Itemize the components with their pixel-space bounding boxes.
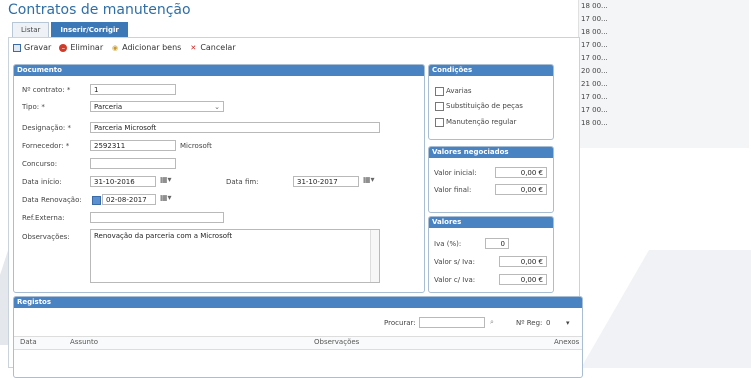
list-item: 17 00... [581,106,608,114]
valor-inicial-input[interactable]: 0,00 € [495,167,547,178]
ref-externa-input[interactable] [90,212,224,223]
valor-inicial-label: Valor inicial: [434,169,477,177]
panel-header: Condições [429,65,553,76]
table-header: Data Assunto Observações Anexos [14,336,582,350]
registos-panel: Registos Procurar: ⌕ Nº Reg: 0 ▾ Data As… [13,296,583,378]
substituicao-checkbox[interactable] [435,102,444,111]
toolbar: Gravar – Eliminar ◉ Adicionar bens ✕ Can… [13,43,236,52]
iva-input[interactable]: 0 [485,238,509,249]
data-fim-label: Data fim: [226,178,259,186]
column-header-anexos[interactable]: Anexos [554,338,579,346]
save-button[interactable]: Gravar [13,43,51,52]
valor-com-iva-input[interactable]: 0,00 € [499,274,547,285]
valor-final-input[interactable]: 0,00 € [495,184,547,195]
delete-icon: – [59,43,68,52]
fornecedor-name: Microsoft [180,142,212,150]
panel-header: Registos [14,297,582,308]
cancel-button[interactable]: ✕ Cancelar [189,43,235,52]
column-header-data[interactable]: Data [20,338,37,346]
add-goods-button[interactable]: ◉ Adicionar bens [111,43,181,52]
column-header-assunto[interactable]: Assunto [70,338,98,346]
concurso-input[interactable] [90,158,176,169]
tab-bar: Listar Inserir/Corrigir [12,22,130,37]
avarias-label: Avarias [446,87,472,95]
panel-header: Valores [429,217,553,228]
background-shape [581,250,751,368]
data-fim-input[interactable]: 31-10-2017 [293,176,359,187]
eye-icon: ◉ [112,43,119,52]
contract-no-label: Nº contrato: * [22,86,71,94]
valor-sem-iva-input[interactable]: 0,00 € [499,256,547,267]
calendar-icon[interactable]: ▦▾ [160,175,172,184]
save-label: Gravar [24,43,52,52]
observacoes-textarea[interactable]: Renovação da parceria com a Microsoft [90,229,380,283]
manutencao-label: Manutenção regular [446,118,517,126]
add-goods-label: Adicionar bens [122,43,182,52]
designacao-input[interactable]: Parceria Microsoft [90,122,380,133]
valor-final-label: Valor final: [434,186,472,194]
ref-externa-label: Ref.Externa: [22,214,65,222]
delete-button[interactable]: – Eliminar [59,43,103,52]
list-item: 21 00... [581,80,608,88]
panel-header: Documento [14,65,424,76]
list-item: 20 00... [581,67,608,75]
valores-negociados-panel: Valores negociados Valor inicial: 0,00 €… [428,146,554,213]
valor-sem-iva-label: Valor s/ Iva: [434,258,475,266]
designacao-label: Designação: * [22,124,71,132]
scrollbar[interactable] [370,230,379,282]
data-renovacao-label: Data Renovação: [22,196,82,204]
list-item: 17 00... [581,41,608,49]
calendar-icon[interactable]: ▦▾ [363,175,375,184]
data-renovacao-checkbox[interactable] [92,196,101,205]
search-label: Procurar: [384,319,416,327]
tipo-value: Parceria [94,103,123,111]
list-item: 17 00... [581,54,608,62]
chevron-down-icon[interactable]: ▾ [566,319,570,327]
iva-label: Iva (%): [434,240,462,248]
valores-panel: Valores Iva (%): 0 Valor s/ Iva: 0,00 € … [428,216,554,293]
list-item: 18 00... [581,28,608,36]
delete-label: Eliminar [70,43,104,52]
form-container: Gravar – Eliminar ◉ Adicionar bens ✕ Can… [8,37,583,378]
list-item: 17 00... [581,93,608,101]
column-header-observacoes[interactable]: Observações [314,338,359,346]
save-icon [13,43,21,52]
tab-inserir-corrigir[interactable]: Inserir/Corrigir [51,22,128,37]
tab-listar[interactable]: Listar [12,22,50,37]
search-input[interactable] [419,317,485,328]
manutencao-checkbox[interactable] [435,118,444,127]
list-item: 18 00... [581,119,608,127]
data-renovacao-input[interactable]: 02-08-2017 [102,194,156,205]
panel-header: Valores negociados [429,147,553,158]
page-title: Contratos de manutenção [8,2,191,18]
close-icon: ✕ [190,43,197,52]
contract-no-input[interactable]: 1 [90,84,176,95]
documento-panel: Documento Nº contrato: * 1 Tipo: * Parce… [13,64,425,293]
list-item: 18 00... [581,2,608,10]
concurso-label: Concurso: [22,160,58,168]
data-inicio-input[interactable]: 31-10-2016 [90,176,156,187]
valor-com-iva-label: Valor c/ Iva: [434,276,476,284]
data-inicio-label: Data início: [22,178,62,186]
fornecedor-label: Fornecedor: * [22,142,70,150]
list-item: 17 00... [581,15,608,23]
avarias-checkbox[interactable] [435,87,444,96]
nreg-label: Nº Reg: [516,319,543,327]
tipo-label: Tipo: * [22,103,45,111]
nreg-value: 0 [546,319,551,327]
cancel-label: Cancelar [200,43,236,52]
calendar-icon[interactable]: ▦▾ [160,193,172,202]
substituicao-label: Substituição de peças [446,102,523,110]
condicoes-panel: Condições Avarias Substituição de peças … [428,64,554,140]
observacoes-text: Renovação da parceria com a Microsoft [94,232,233,240]
tipo-select[interactable]: Parceria ⌄ [90,101,224,112]
background-list: 18 00... 17 00... 18 00... 17 00... 17 0… [578,0,749,148]
binoculars-icon[interactable]: ⌕ [490,318,494,327]
observacoes-label: Observações: [22,233,70,241]
chevron-down-icon: ⌄ [214,103,220,111]
fornecedor-code-input[interactable]: 2592311 [90,140,176,151]
